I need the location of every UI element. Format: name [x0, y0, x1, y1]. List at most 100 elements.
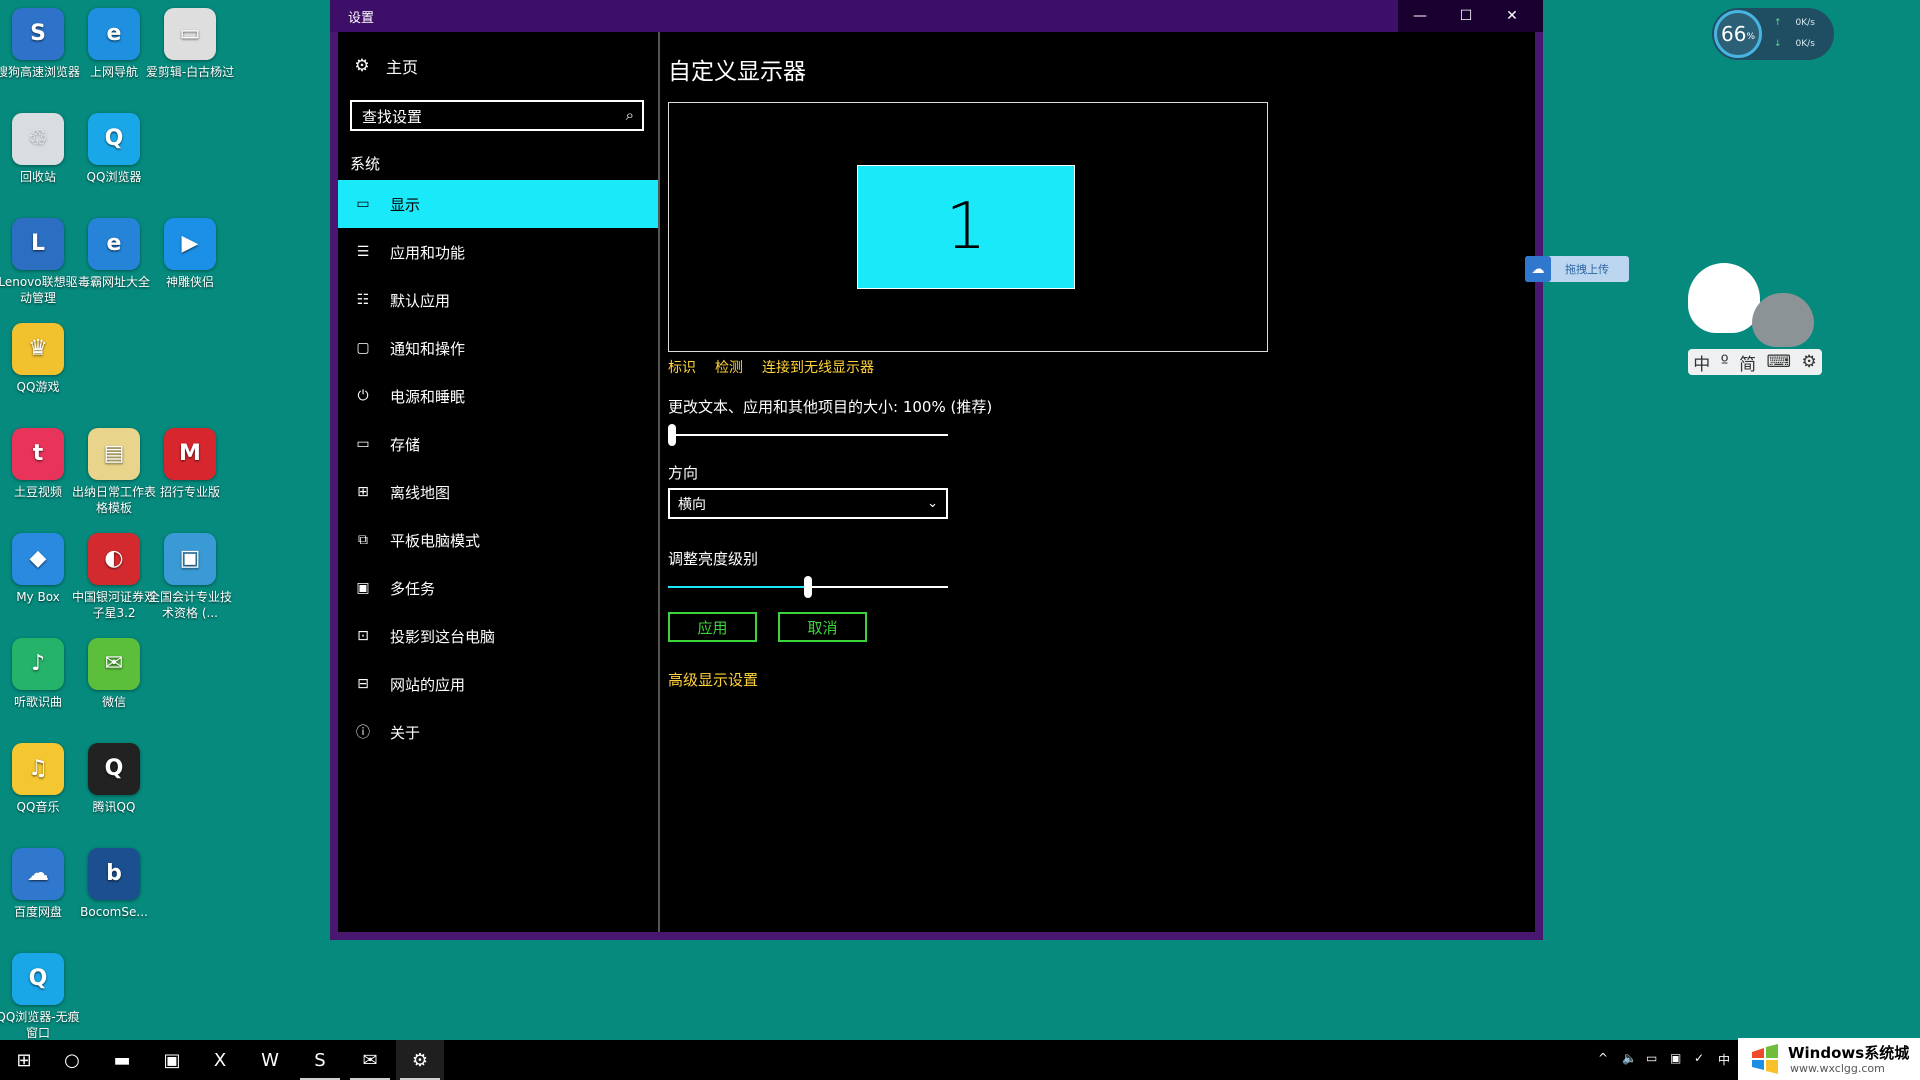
app-icon: L — [12, 218, 64, 270]
app-icon: ◐ — [88, 533, 140, 585]
desktop-icon[interactable]: Q 腾讯QQ — [69, 743, 159, 815]
nav-item-label: 投影到这台电脑 — [390, 627, 496, 646]
scale-label: 更改文本、应用和其他项目的大小: 100% (推荐) — [668, 398, 993, 416]
close-button[interactable]: ✕ — [1489, 0, 1535, 32]
detect-link[interactable]: 检测 — [715, 357, 743, 377]
desktop-icon-label: QQ浏览器-无痕窗口 — [0, 1010, 80, 1040]
app-icon: Q — [88, 113, 140, 165]
app-icon: ✉ — [88, 638, 140, 690]
nav-item[interactable]: ▣ 多任务 — [338, 564, 658, 612]
nav-item-label: 关于 — [390, 723, 421, 742]
tray-icon[interactable]: ▣ — [1670, 1051, 1681, 1065]
maximize-button[interactable]: ☐ — [1443, 0, 1489, 32]
apply-button[interactable]: 应用 — [668, 612, 757, 642]
desktop-icon[interactable]: b BocomSe... — [69, 848, 159, 920]
search-icon[interactable]: ⌕ — [626, 106, 634, 124]
ime-widget[interactable]: 中 º 简 ⌨ ⚙ — [1686, 257, 1822, 377]
taskbar-start-button[interactable]: ⊞ — [0, 1040, 48, 1080]
baidu-drag-upload[interactable]: ☁ 拖拽上传 — [1525, 256, 1629, 282]
tray-icon[interactable]: 🔈 — [1622, 1051, 1637, 1065]
settings-window: 设置 — ☐ ✕ ⚙ 主页 ⌕ 系统 ▭ 显示 ☰ 应用和功能 ☷ 默认应用 ▢ 通知和操作 ⏻… — [330, 0, 1543, 940]
nav-section-label: 系统 — [350, 155, 381, 173]
search-box[interactable]: ⌕ — [350, 100, 644, 131]
slider-thumb[interactable] — [668, 424, 676, 446]
desktop-icon[interactable]: ♛ QQ游戏 — [0, 323, 83, 395]
nav-item[interactable]: ⊡ 投影到这台电脑 — [338, 612, 658, 660]
desktop-icon[interactable]: Q QQ浏览器-无痕窗口 — [0, 953, 83, 1041]
tray-icon[interactable]: ^ — [1598, 1051, 1608, 1065]
desktop-icon[interactable]: ▣ 全国会计专业技术资格 (... — [145, 533, 235, 621]
desktop-icon[interactable]: ✉ 微信 — [69, 638, 159, 710]
nav-item[interactable]: ⧉ 平板电脑模式 — [338, 516, 658, 564]
title-bar[interactable]: 设置 — ☐ ✕ — [330, 0, 1543, 32]
tray-icon[interactable]: 中 — [1718, 1051, 1730, 1068]
nav-item[interactable]: ⊟ 网站的应用 — [338, 660, 658, 708]
system-tray: ^ 🔈 ▭ ▣ ✓ 中 Windows系统城 www.wxclgg.com — [1590, 1038, 1920, 1080]
minimize-button[interactable]: — — [1397, 0, 1443, 32]
brightness-slider[interactable] — [668, 576, 948, 598]
desktop-icon[interactable]: ▭ 爱剪辑-白古杨过 — [145, 8, 235, 80]
ime-button[interactable]: 简 — [1739, 350, 1756, 375]
nav-item-label: 显示 — [390, 195, 421, 214]
desktop-icon[interactable]: ▶ 神雕侠侣 — [145, 218, 235, 290]
tray-icon[interactable]: ✓ — [1694, 1051, 1704, 1065]
cancel-button[interactable]: 取消 — [778, 612, 867, 642]
taskbar-word-button[interactable]: W — [246, 1040, 294, 1080]
tray-icon[interactable]: ▭ — [1646, 1051, 1657, 1065]
monitor-tile[interactable]: 1 — [857, 165, 1075, 289]
nav-item-label: 存储 — [390, 435, 421, 454]
orientation-label: 方向 — [668, 464, 699, 482]
ime-toolbar[interactable]: 中 º 简 ⌨ ⚙ — [1688, 349, 1822, 375]
nav-home-label: 主页 — [386, 58, 419, 77]
taskbar-wechat-button[interactable]: ✉ — [346, 1040, 394, 1080]
map-icon: ⊞ — [357, 484, 369, 500]
app-icon: ◆ — [12, 533, 64, 585]
download-arrow-icon: ↓ — [1774, 39, 1782, 49]
taskbar-sogou-button[interactable]: S — [296, 1040, 344, 1080]
nav-item[interactable]: ⓘ 关于 — [338, 708, 658, 756]
orientation-select[interactable]: 横向 ⌄ — [668, 488, 948, 519]
upload-arrow-icon: ↑ — [1774, 18, 1782, 28]
network-speed-widget[interactable]: 66% ↑ 0K/s ↓ 0K/s — [1712, 8, 1834, 60]
memory-percent: 66 — [1720, 22, 1747, 46]
nav-item-label: 网站的应用 — [390, 675, 466, 694]
app-icon: ▤ — [88, 428, 140, 480]
app-icon: ☁ — [12, 848, 64, 900]
app-icon: ▭ — [164, 8, 216, 60]
desktop-icon[interactable]: Q QQ浏览器 — [69, 113, 159, 185]
nav-item[interactable]: ⏻ 电源和睡眠 — [338, 372, 658, 420]
nav-item-label: 默认应用 — [390, 291, 451, 310]
nav-item[interactable]: ☷ 默认应用 — [338, 276, 658, 324]
taskbar-excel-button[interactable]: X — [196, 1040, 244, 1080]
nav-item[interactable]: ▢ 通知和操作 — [338, 324, 658, 372]
desktop-icon-label: QQ游戏 — [16, 380, 60, 394]
scale-slider[interactable] — [668, 424, 948, 446]
monitor-layout: 1 — [668, 102, 1268, 352]
search-input[interactable] — [360, 105, 614, 129]
advanced-display-link[interactable]: 高级显示设置 — [668, 669, 758, 690]
taskbar-search-button[interactable]: ○ — [48, 1040, 96, 1080]
nav-item[interactable]: ▭ 存储 — [338, 420, 658, 468]
ime-button[interactable]: ⚙ — [1802, 352, 1817, 372]
default-apps-icon: ☷ — [356, 292, 370, 308]
connect-wireless-link[interactable]: 连接到无线显示器 — [762, 357, 874, 377]
nav-item[interactable]: ▭ 显示 — [338, 180, 658, 228]
white-cat-icon — [1688, 263, 1760, 333]
app-icon: b — [88, 848, 140, 900]
nav-item[interactable]: ⊞ 离线地图 — [338, 468, 658, 516]
identify-link[interactable]: 标识 — [668, 357, 696, 377]
ime-button[interactable]: º — [1721, 352, 1729, 372]
watermark-url: www.wxclgg.com — [1790, 1062, 1885, 1075]
ime-button[interactable]: 中 — [1693, 350, 1710, 375]
nav-home[interactable]: ⚙ 主页 — [352, 54, 418, 78]
nav-item[interactable]: ☰ 应用和功能 — [338, 228, 658, 276]
taskbar-settings-button[interactable]: ⚙ — [396, 1040, 444, 1080]
info-icon: ⓘ — [356, 725, 370, 741]
desktop-icon[interactable]: M 招行专业版 — [145, 428, 235, 500]
taskbar-store-button[interactable]: ▣ — [148, 1040, 196, 1080]
taskbar-file-explorer-button[interactable]: ▬ — [98, 1040, 146, 1080]
app-icon: ♛ — [12, 323, 64, 375]
app-icon: Q — [12, 953, 64, 1005]
slider-thumb[interactable] — [804, 576, 812, 598]
ime-button[interactable]: ⌨ — [1767, 352, 1792, 372]
